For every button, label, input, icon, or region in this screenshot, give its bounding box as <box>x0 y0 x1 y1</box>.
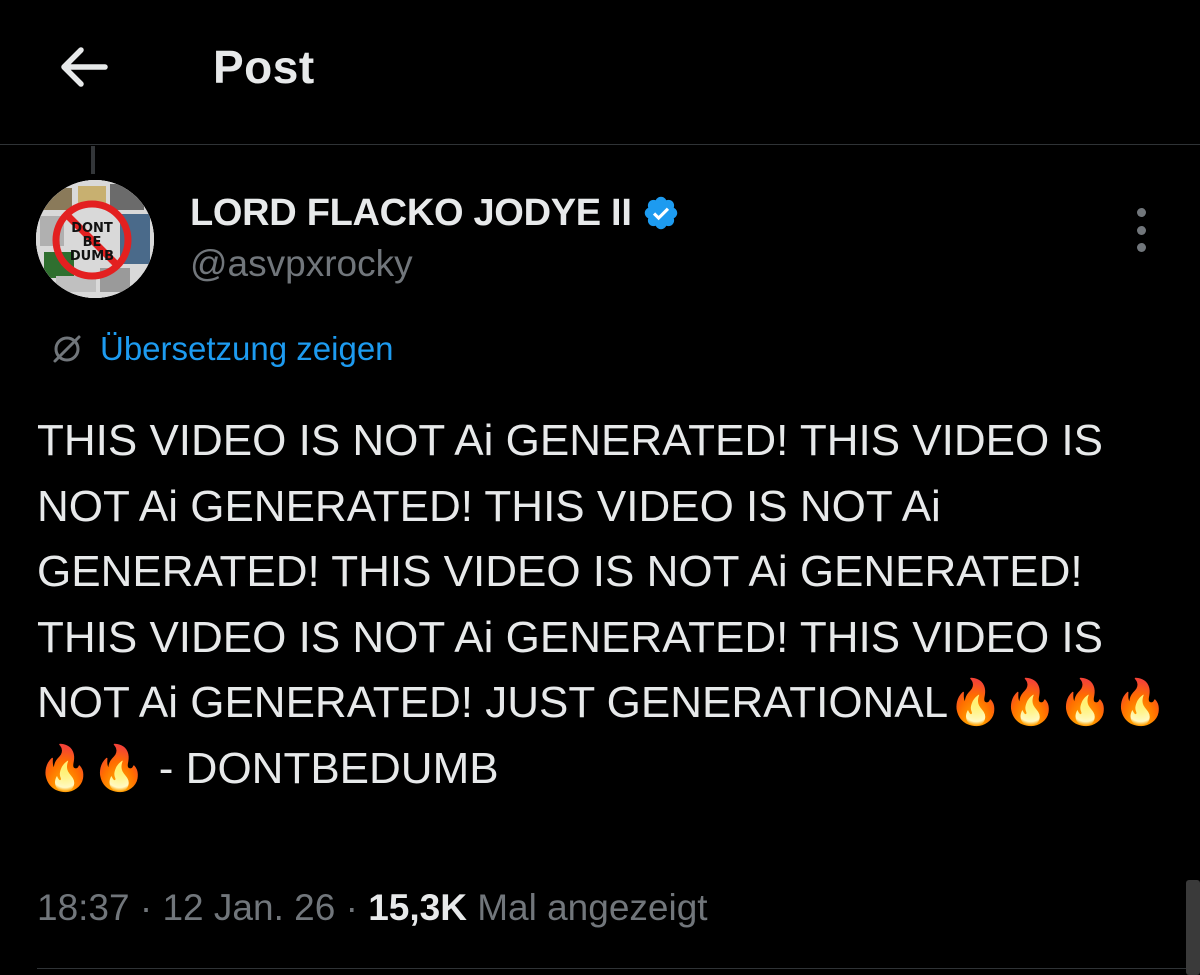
page-title: Post <box>213 41 315 93</box>
svg-text:BE: BE <box>83 235 102 250</box>
views-count[interactable]: 15,3K <box>368 887 467 928</box>
post-time[interactable]: 18:37 <box>37 887 130 928</box>
post-meta: 18:37 · 12 Jan. 26 · 15,3K Mal angezeigt <box>37 882 708 934</box>
author-info[interactable]: LORD FLACKO JODYE II <box>190 190 680 236</box>
thread-connector <box>91 146 95 174</box>
more-vertical-icon <box>1136 208 1146 217</box>
avatar[interactable]: DONT BE DUMB <box>36 180 154 298</box>
arrow-left-icon <box>61 47 108 87</box>
more-dot <box>1136 225 1146 235</box>
more-options-button[interactable] <box>1124 208 1158 252</box>
author-handle[interactable]: @asvpxrocky <box>190 242 413 286</box>
views-label: Mal angezeigt <box>466 887 708 928</box>
post-date[interactable]: 12 Jan. 26 <box>162 887 335 928</box>
meta-separator: · <box>335 887 369 928</box>
globe-slash-icon <box>50 332 84 366</box>
translation-label[interactable]: Übersetzung zeigen <box>100 330 394 368</box>
back-button[interactable] <box>52 38 114 96</box>
svg-text:DONT: DONT <box>71 221 113 236</box>
verified-badge-icon <box>642 194 680 232</box>
avatar-image: DONT BE DUMB <box>36 180 154 298</box>
meta-separator: · <box>129 887 163 928</box>
post-text: THIS VIDEO IS NOT Ai GENERATED! THIS VID… <box>37 416 1168 793</box>
top-bar: Post <box>0 0 1200 145</box>
scrollbar[interactable] <box>1186 880 1200 975</box>
svg-text:DUMB: DUMB <box>70 249 114 264</box>
more-dot <box>1136 243 1146 252</box>
divider <box>37 968 1200 969</box>
author-name[interactable]: LORD FLACKO JODYE II <box>190 192 632 235</box>
show-translation-link[interactable]: Übersetzung zeigen <box>50 328 394 370</box>
